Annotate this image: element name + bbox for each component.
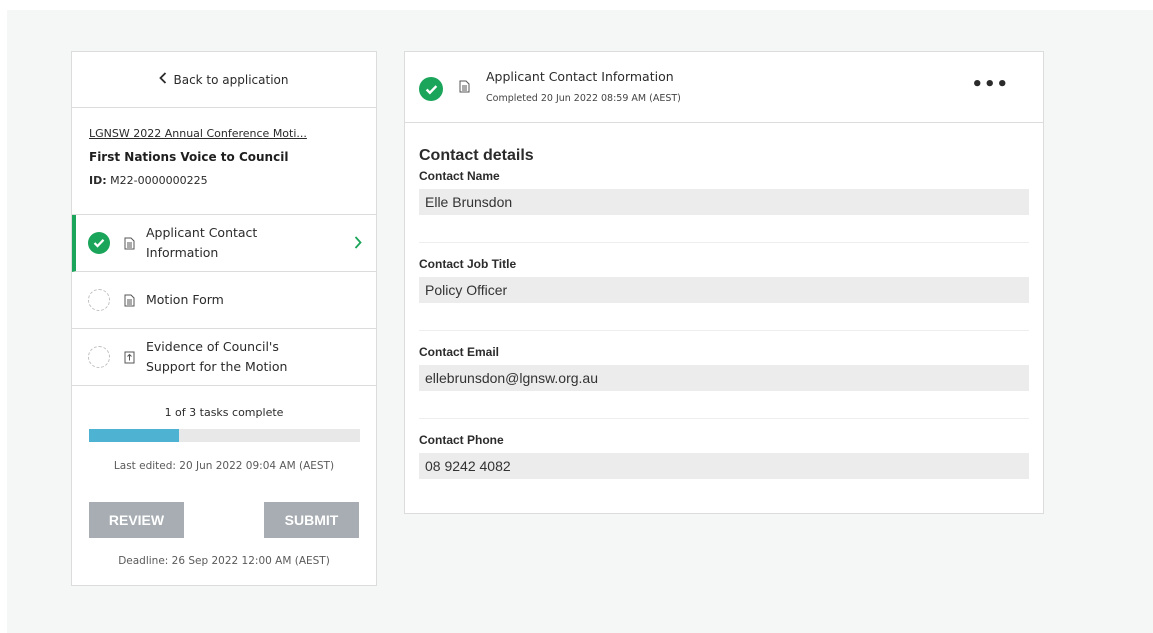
deadline: Deadline: 26 Sep 2022 12:00 AM (AEST)	[118, 555, 330, 567]
application-link[interactable]: LGNSW 2022 Annual Conference Moti...	[89, 127, 359, 140]
submit-button[interactable]: SUBMIT	[264, 502, 359, 538]
progress-summary: 1 of 3 tasks complete Last edited: 20 Ju…	[72, 386, 376, 472]
task-detail-body: Contact details Contact Name Elle Brunsd…	[405, 123, 1043, 479]
field-label: Contact Phone	[419, 433, 504, 447]
id-label: ID:	[89, 174, 107, 187]
last-edited: Last edited: 20 Jun 2022 09:04 AM (AEST)	[113, 460, 335, 472]
field-contact-job-title: Contact Job Title Policy Officer	[419, 243, 1029, 331]
field-contact-email: Contact Email ellebrunsdon@lgnsw.org.au	[419, 331, 1029, 419]
check-circle-icon	[419, 77, 443, 101]
incomplete-status-icon	[88, 346, 110, 368]
field-label: Contact Job Title	[419, 257, 517, 271]
id-value: M22-0000000225	[110, 174, 208, 187]
document-icon	[124, 237, 135, 250]
field-contact-name: Contact Name Elle Brunsdon	[419, 169, 1029, 243]
field-label: Contact Email	[419, 345, 500, 359]
action-buttons: REVIEW SUBMIT	[72, 472, 376, 538]
more-options-icon[interactable]: •••	[971, 74, 1009, 95]
task-detail-title: Applicant Contact Information	[486, 69, 674, 84]
back-to-application-link[interactable]: Back to application	[72, 52, 376, 108]
field-contact-phone: Contact Phone 08 9242 4082	[419, 419, 1029, 479]
task-label: Evidence of Council's Support for the Mo…	[146, 339, 288, 374]
field-value: ellebrunsdon@lgnsw.org.au	[419, 365, 1029, 391]
task-sidebar: Back to application LGNSW 2022 Annual Co…	[71, 51, 377, 586]
task-detail-header: Applicant Contact Information Completed …	[405, 52, 1043, 123]
section-title: Contact details	[419, 147, 534, 164]
progress-text: 1 of 3 tasks complete	[164, 406, 284, 419]
task-label: Motion Form	[146, 292, 224, 307]
chevron-right-icon	[354, 234, 362, 253]
task-detail-completed: Completed 20 Jun 2022 08:59 AM (AEST)	[486, 93, 681, 104]
progress-bar-fill	[88, 429, 179, 442]
field-value: 08 9242 4082	[419, 453, 1029, 479]
check-circle-icon	[88, 232, 110, 254]
document-icon	[459, 80, 470, 93]
incomplete-status-icon	[88, 289, 110, 311]
field-value: Policy Officer	[419, 277, 1029, 303]
document-icon	[124, 294, 135, 307]
application-title: First Nations Voice to Council	[89, 150, 289, 164]
chevron-left-icon	[159, 71, 167, 88]
task-evidence-of-support[interactable]: Evidence of Council's Support for the Mo…	[72, 329, 376, 386]
task-motion-form[interactable]: Motion Form	[72, 272, 376, 329]
task-label: Applicant Contact Information	[146, 225, 258, 260]
task-applicant-contact-information[interactable]: Applicant Contact Information	[72, 215, 376, 272]
back-label: Back to application	[173, 72, 289, 87]
field-label: Contact Name	[419, 169, 500, 183]
application-id: ID: M22-0000000225	[89, 174, 359, 187]
application-info: LGNSW 2022 Annual Conference Moti... Fir…	[72, 108, 376, 215]
progress-bar	[88, 429, 360, 442]
field-value: Elle Brunsdon	[419, 189, 1029, 215]
task-detail-panel: Applicant Contact Information Completed …	[404, 51, 1044, 514]
upload-icon	[124, 351, 135, 364]
review-button[interactable]: REVIEW	[89, 502, 184, 538]
